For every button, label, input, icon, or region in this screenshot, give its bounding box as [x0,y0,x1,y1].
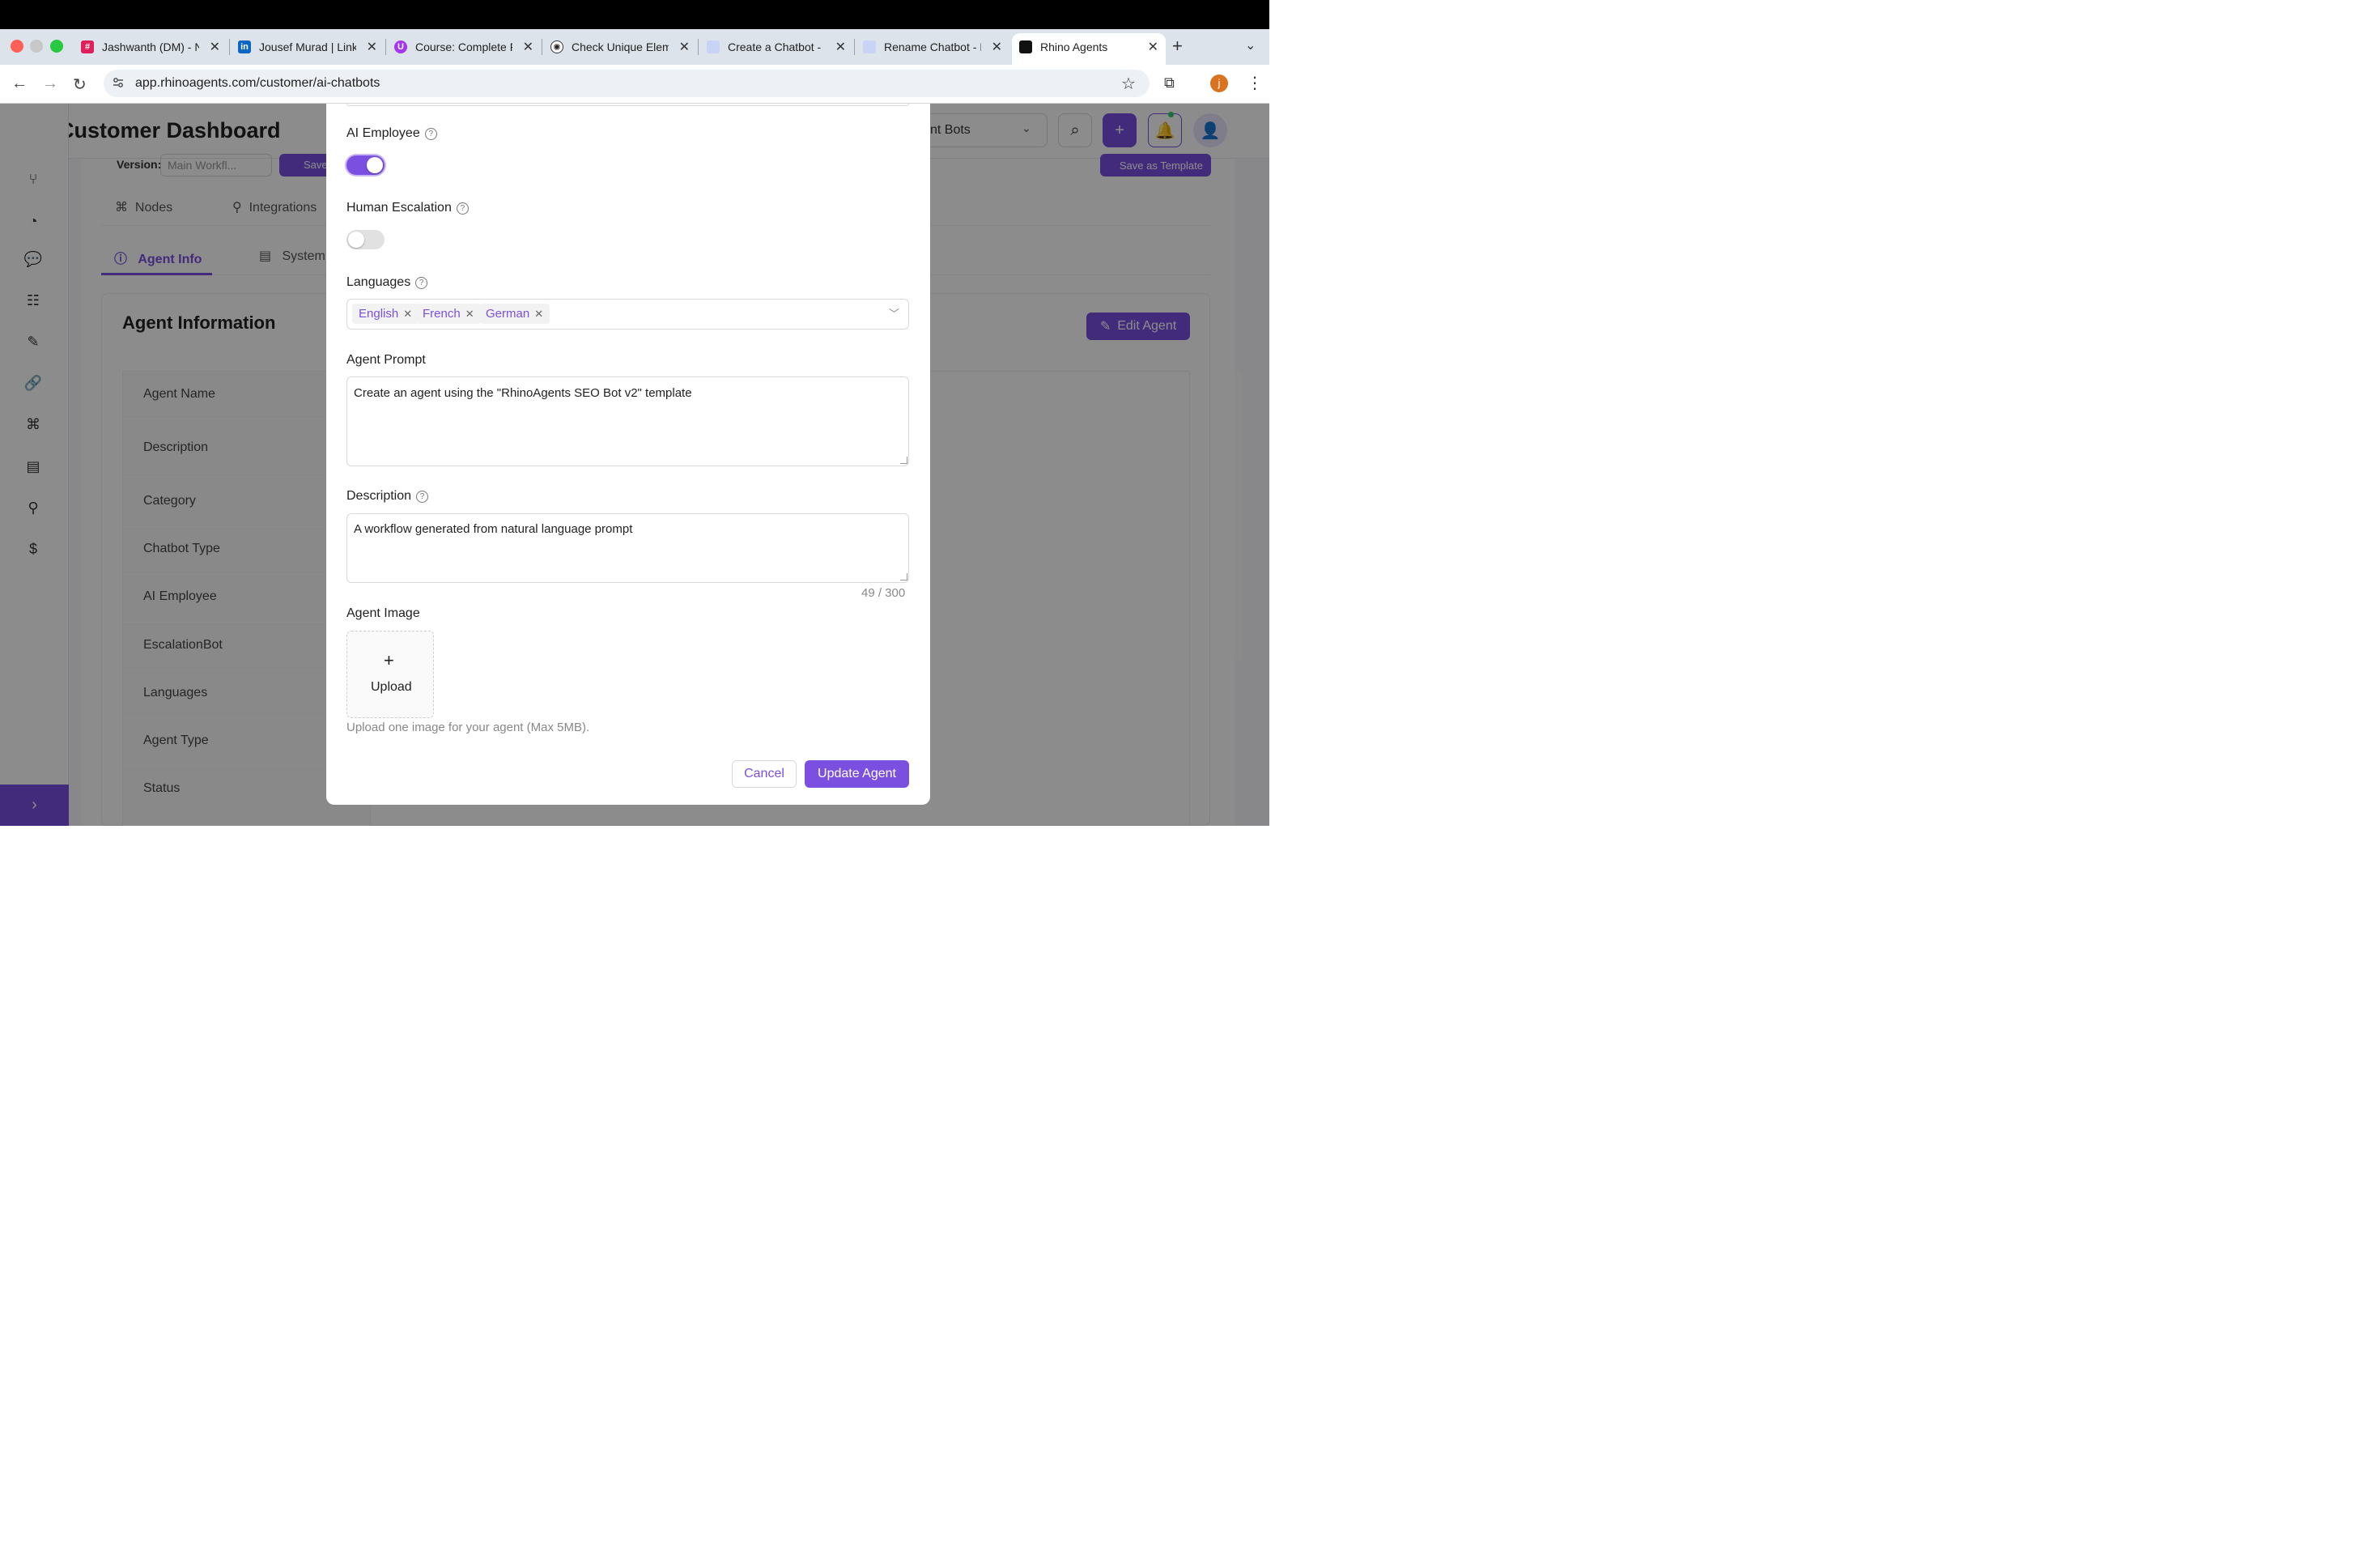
bookmark-star-icon[interactable]: ☆ [1121,74,1136,94]
close-tab-icon[interactable]: ✕ [992,39,1002,55]
toggle-knob [367,157,383,173]
chevron-down-icon: ﹀ [889,308,900,320]
back-icon[interactable]: ← [11,74,28,93]
label-text: Languages [346,275,411,289]
slack-icon: # [81,40,94,53]
close-tab-icon[interactable]: ✕ [1148,39,1158,55]
tab-separator [385,39,386,55]
extensions-icon[interactable]: ⧉ [1164,74,1175,91]
update-agent-button[interactable]: Update Agent [805,760,909,788]
browser-tab-udemy[interactable]: U Course: Complete F ✕ [394,36,533,58]
remove-tag-icon[interactable]: ✕ [465,308,474,321]
close-tab-icon[interactable]: ✕ [835,39,846,55]
toggle-knob [348,232,364,248]
agent-prompt-label: Agent Prompt [346,353,426,368]
human-escalation-toggle[interactable] [346,230,385,249]
description-char-counter: 49 / 300 [861,586,906,600]
resize-handle-icon[interactable] [900,457,907,464]
resize-handle-icon[interactable] [900,573,907,580]
tab-label: Jashwanth (DM) - N [102,40,199,53]
browser-tab-slack[interactable]: # Jashwanth (DM) - N ✕ [81,36,220,58]
browser-tab-rename-chatbot[interactable]: Rename Chatbot - I ✕ [863,36,1002,58]
tab-label: Rhino Agents [1040,40,1108,53]
image-upload-dropzone[interactable] [346,631,434,718]
tab-separator [698,39,699,55]
tab-label: Create a Chatbot - [728,40,822,53]
tab-label: Jousef Murad | Link [259,40,356,53]
url-text[interactable]: app.rhinoagents.com/customer/ai-chatbots [135,76,380,91]
tab-search-chevron-icon[interactable]: ⌄ [1245,37,1256,53]
page-scrollbar[interactable] [1235,372,1243,662]
browser-tab-linkedin[interactable]: in Jousef Murad | Link ✕ [238,36,377,58]
tag-text: English [359,307,399,321]
update-label: Update Agent [818,767,896,780]
cancel-label: Cancel [744,767,784,780]
close-tab-icon[interactable]: ✕ [367,39,377,55]
human-escalation-label: Human Escalation ? [346,201,469,215]
tab-separator [229,39,230,55]
remove-tag-icon[interactable]: ✕ [534,308,543,321]
close-tab-icon[interactable]: ✕ [210,39,220,55]
openai-icon: ✺ [550,40,563,53]
cancel-button[interactable]: Cancel [732,760,797,788]
plus-icon: + [384,650,394,670]
udemy-icon: U [394,40,407,53]
tab-label: Rename Chatbot - I [884,40,981,53]
forward-icon[interactable]: → [42,74,58,93]
browser-tab-rhino-agents[interactable]: Rhino Agents ✕ [1019,36,1158,58]
language-tag-french: French ✕ [416,304,481,324]
loom-icon [707,40,720,53]
tab-separator [854,39,855,55]
help-icon[interactable]: ? [415,276,428,289]
label-text: Human Escalation [346,201,452,215]
tag-text: French [423,307,461,321]
screen-top-bar [0,0,1269,29]
label-text: Agent Image [346,606,420,620]
new-tab-icon[interactable]: + [1172,36,1183,57]
tab-label: Check Unique Elem [572,40,669,53]
ai-employee-toggle[interactable] [346,155,385,175]
site-settings-icon[interactable] [112,76,125,89]
minimize-window-button[interactable] [30,40,43,53]
browser-tab-create-chatbot[interactable]: Create a Chatbot - ✕ [707,36,846,58]
zoom-window-button[interactable] [50,40,63,53]
language-tag-english: English ✕ [352,304,419,324]
browser-tab-openai[interactable]: ✺ Check Unique Elem ✕ [550,36,690,58]
close-window-button[interactable] [11,40,23,53]
tag-text: German [486,307,530,321]
help-icon[interactable]: ? [424,127,437,140]
reload-icon[interactable]: ↻ [73,74,87,95]
close-tab-icon[interactable]: ✕ [679,39,690,55]
previous-field-bottom [346,104,909,106]
language-tag-german: German ✕ [479,304,550,324]
loom-icon [863,40,876,53]
rhino-icon [1019,40,1032,53]
languages-label: Languages ? [346,275,428,290]
upload-label: Upload [371,680,412,694]
help-icon[interactable]: ? [416,490,429,503]
profile-avatar[interactable]: j [1210,74,1228,92]
label-text: Agent Prompt [346,353,426,367]
linkedin-icon: in [238,40,251,53]
agent-image-label: Agent Image [346,606,420,621]
browser-menu-icon[interactable]: ⋮ [1247,73,1263,93]
close-tab-icon[interactable]: ✕ [523,39,533,55]
tab-label: Course: Complete F [415,40,512,53]
label-text: Description [346,489,412,503]
help-icon[interactable]: ? [456,202,469,215]
label-text: AI Employee [346,126,420,140]
remove-tag-icon[interactable]: ✕ [403,308,412,321]
agent-prompt-value: Create an agent using the "RhinoAgents S… [354,386,692,400]
description-label: Description ? [346,489,429,504]
description-value: A workflow generated from natural langua… [354,522,633,536]
upload-help-text: Upload one image for your agent (Max 5MB… [346,721,590,734]
ai-employee-label: AI Employee ? [346,126,437,141]
